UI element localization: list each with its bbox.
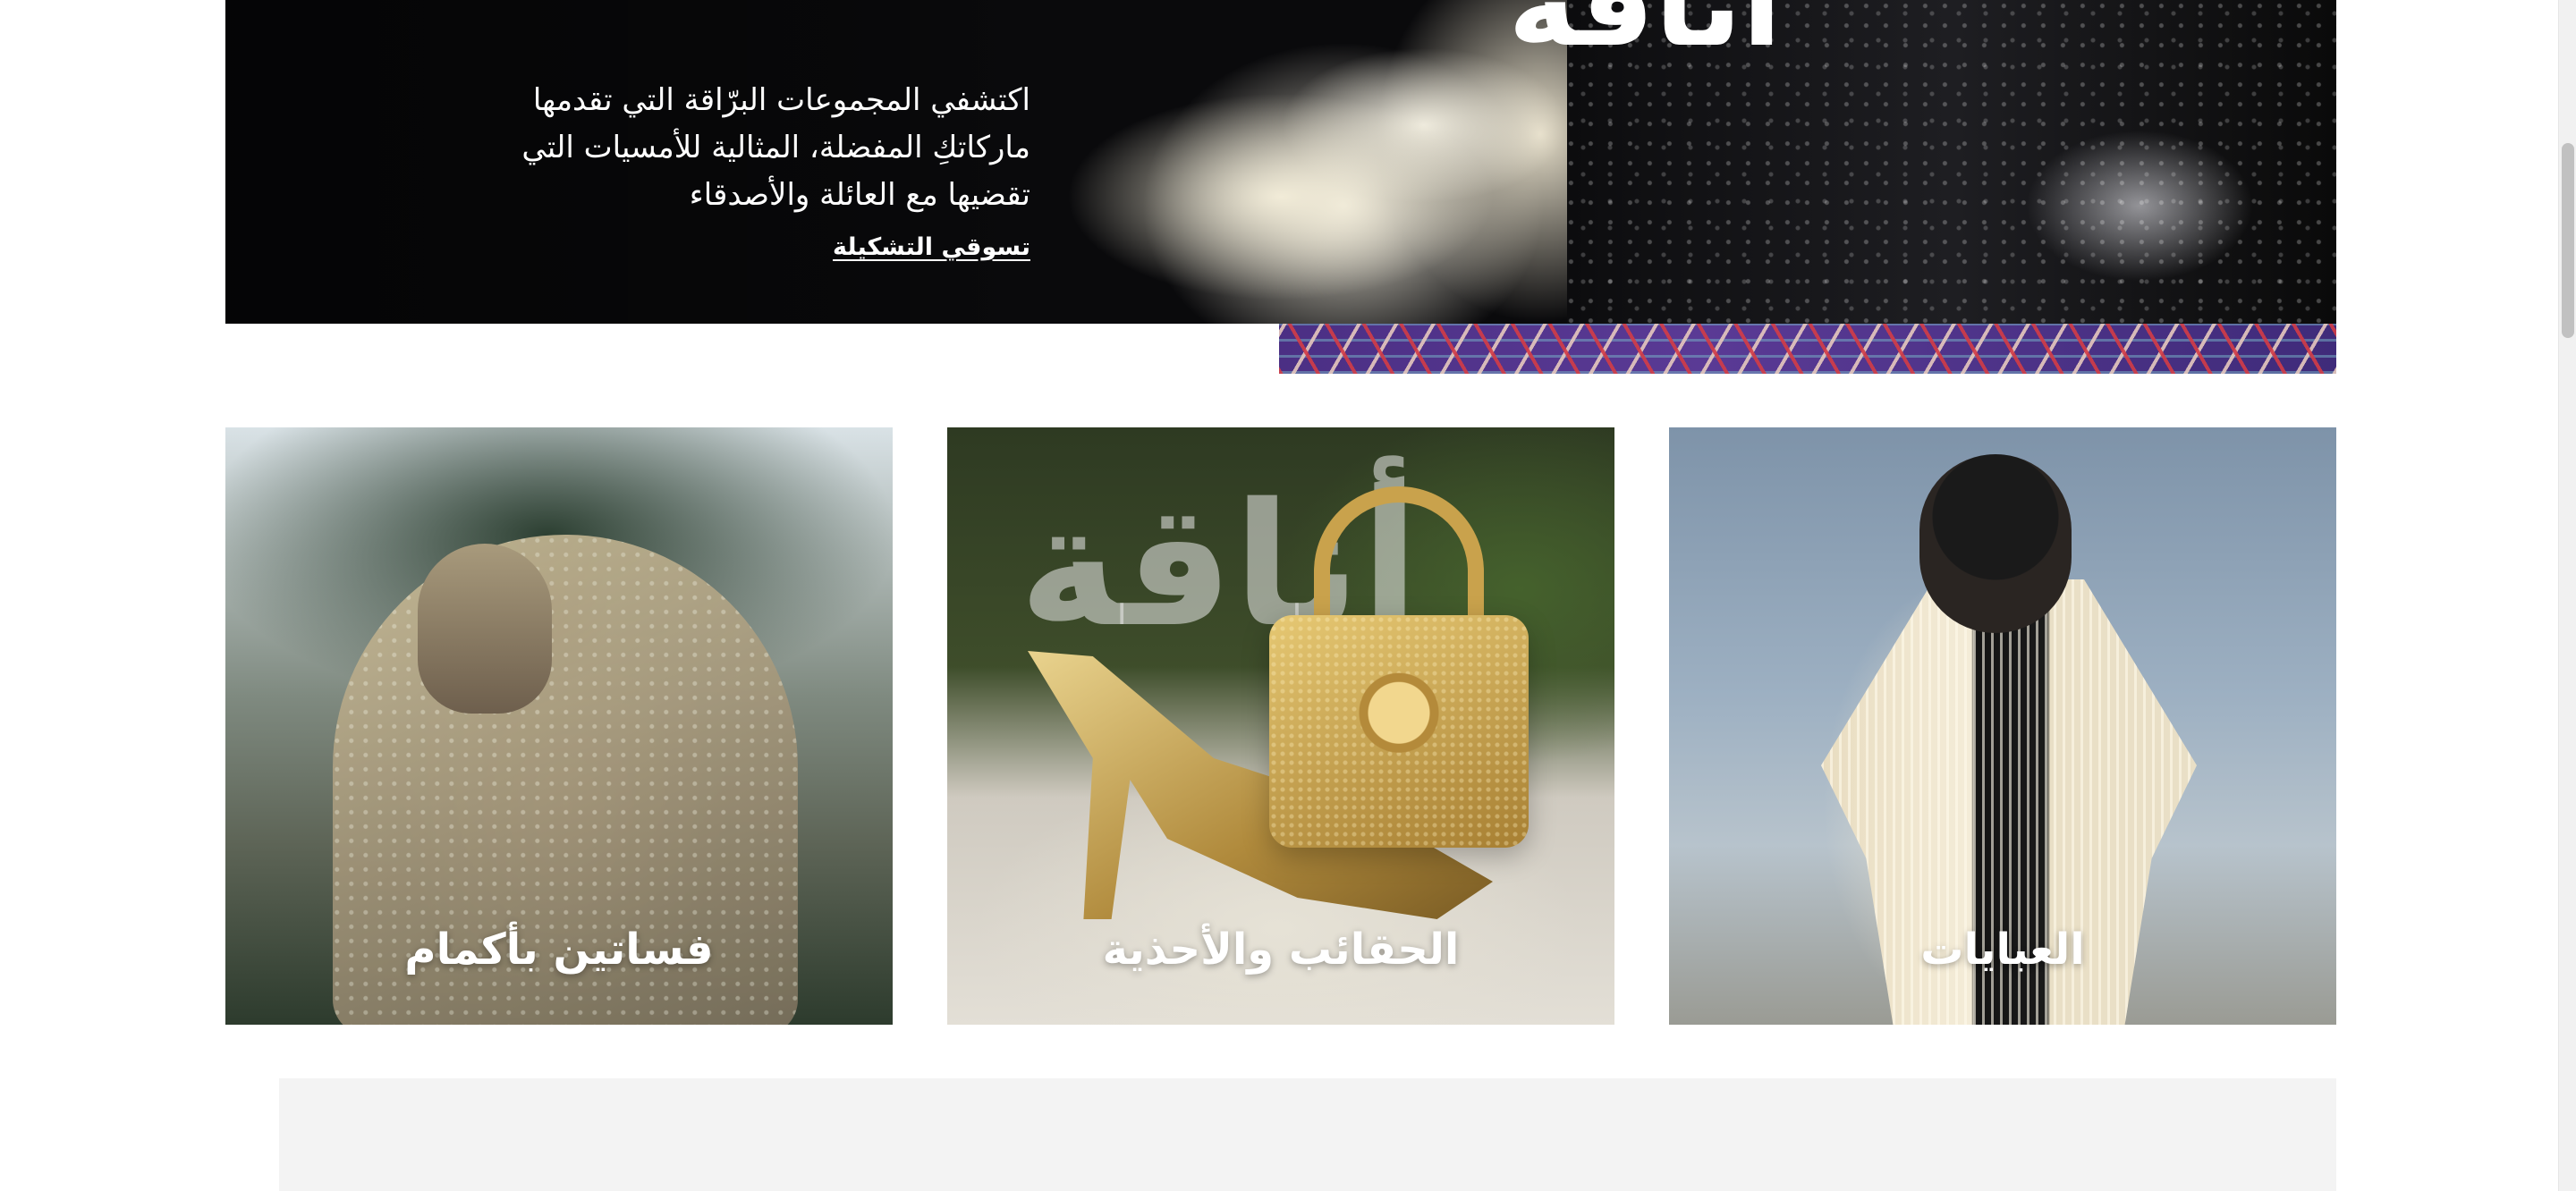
page-scrollbar[interactable] — [2558, 0, 2576, 1191]
hero-image-feathers — [959, 18, 1585, 322]
decorative-pattern-strip — [1279, 324, 2336, 374]
category-label: فساتين بأكمام — [404, 925, 714, 975]
shop-collection-link[interactable]: تسوقي التشكيلة — [833, 233, 1030, 261]
hero-text-block: اكتشفي المجموعات البرّاقة التي تقدمها ما… — [521, 77, 1030, 261]
category-label: العبايات — [1920, 925, 2085, 975]
model-head-image — [1919, 454, 2072, 633]
category-grid: فساتين بأكمام أناقة الحقائب والأحذية الع… — [225, 427, 2336, 1025]
hero-title: أناقة — [1507, 0, 1782, 72]
hero-description: اكتشفي المجموعات البرّاقة التي تقدمها ما… — [521, 82, 1030, 213]
category-label: الحقائب والأحذية — [1102, 925, 1460, 975]
gold-bag-image — [1269, 615, 1529, 848]
hero-banner: أناقة اكتشفي المجموعات البرّاقة التي تقد… — [225, 0, 2336, 324]
category-card-bags-shoes[interactable]: أناقة الحقائب والأحذية — [947, 427, 1614, 1025]
scrollbar-thumb[interactable] — [2562, 143, 2574, 338]
model-head-image — [418, 544, 552, 714]
content-placeholder-block — [279, 1078, 2336, 1191]
category-card-abayas[interactable]: العبايات — [1669, 427, 2336, 1025]
category-card-dresses-with-sleeves[interactable]: فساتين بأكمام — [225, 427, 893, 1025]
